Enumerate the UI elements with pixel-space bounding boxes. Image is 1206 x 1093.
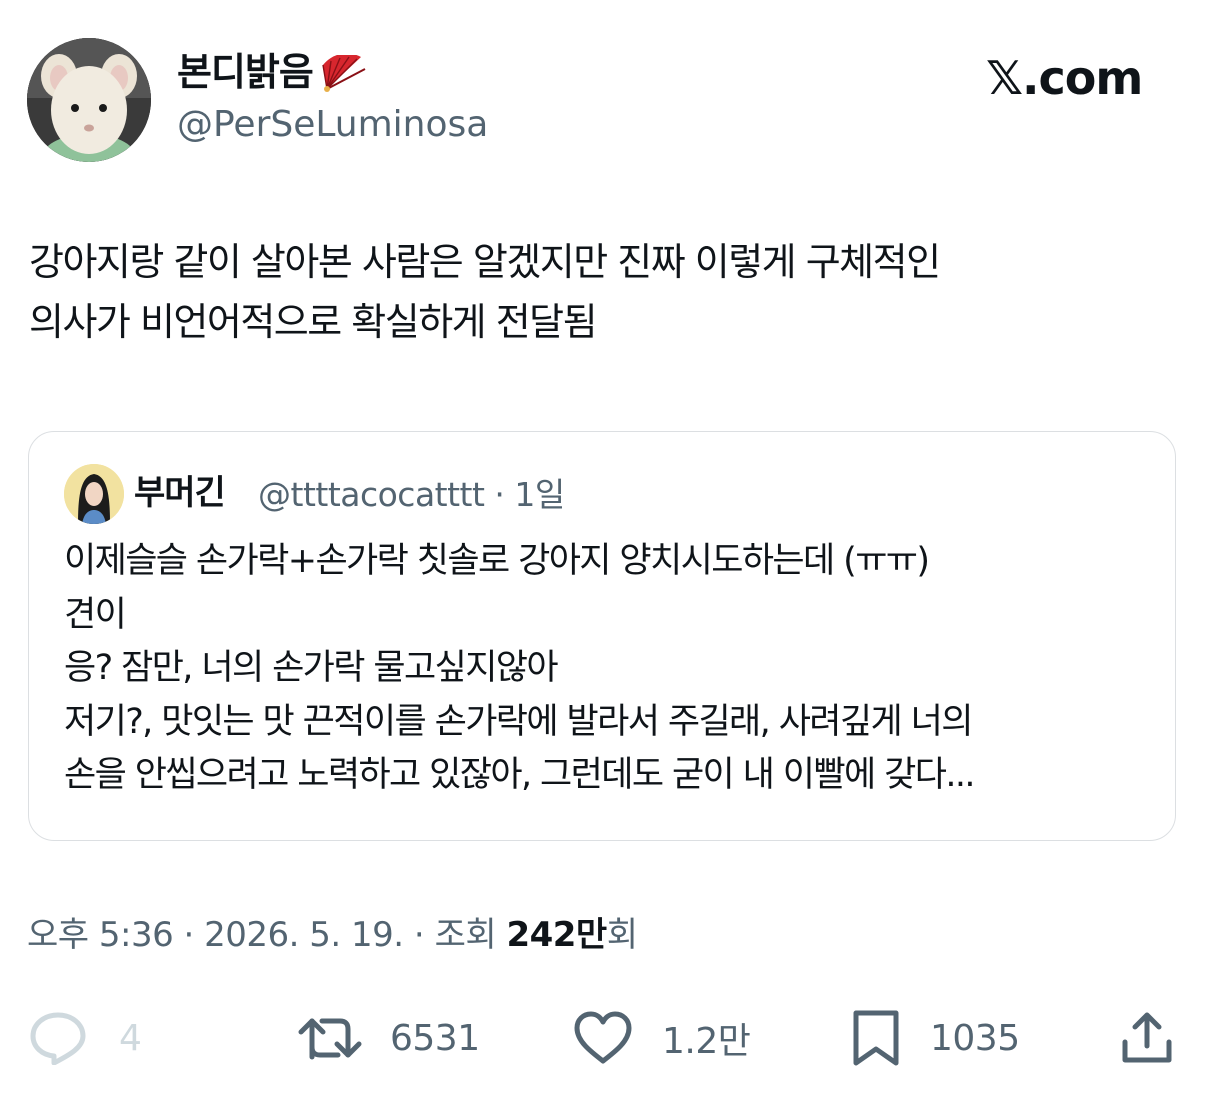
- tweet-time: 오후 5:36: [27, 915, 174, 955]
- bookmark-count: 1035: [930, 1017, 1020, 1059]
- fan-icon: [321, 52, 367, 95]
- share-button[interactable]: [1119, 1005, 1175, 1071]
- quote-text: 이제슬슬 손가락+손가락 칫솔로 강아지 양치시도하는데 (ㅠㅠ) 견이 응? …: [64, 541, 976, 795]
- tweet-date: 2026. 5. 19.: [204, 915, 404, 955]
- tweet-meta: 오후 5:36 · 2026. 5. 19. · 조회 242만회: [27, 915, 638, 955]
- retweet-count: 6531: [390, 1017, 480, 1059]
- retweet-icon: [298, 1013, 362, 1063]
- quote-author-meta[interactable]: @ttttacocatttt · 1일: [258, 471, 565, 519]
- author-display-name[interactable]: 본디밝음: [177, 46, 367, 98]
- reply-count: 4: [119, 1017, 142, 1059]
- reply-icon: [29, 1011, 87, 1065]
- tweet-text: 강아지랑 같이 살아본 사람은 알겠지만 진짜 이렇게 구체적인 의사가 비언어…: [29, 240, 941, 344]
- quote-author-handle[interactable]: @ttttacocatttt: [258, 475, 485, 514]
- reply-button[interactable]: 4: [29, 1005, 142, 1071]
- quote-author-name[interactable]: 부머긴: [134, 469, 226, 517]
- bookmark-button[interactable]: 1035: [850, 1005, 1020, 1071]
- views-count: 242만: [506, 915, 607, 955]
- author-avatar[interactable]: [27, 38, 151, 162]
- author-handle[interactable]: @PerSeLuminosa: [177, 101, 488, 149]
- quote-author-avatar: [64, 464, 124, 524]
- views-label: 조회: [434, 915, 497, 955]
- like-count: 1.2만: [662, 1021, 751, 1062]
- quote-time: 1일: [514, 475, 565, 514]
- bookmark-icon: [850, 1009, 902, 1067]
- like-icon: [572, 1010, 634, 1066]
- views-suffix: 회: [606, 915, 638, 955]
- like-button[interactable]: 1.2만: [572, 1005, 751, 1071]
- share-icon: [1119, 1010, 1175, 1066]
- retweet-button[interactable]: 6531: [298, 1005, 480, 1071]
- brand-logo: 𝕏.com: [986, 51, 1143, 105]
